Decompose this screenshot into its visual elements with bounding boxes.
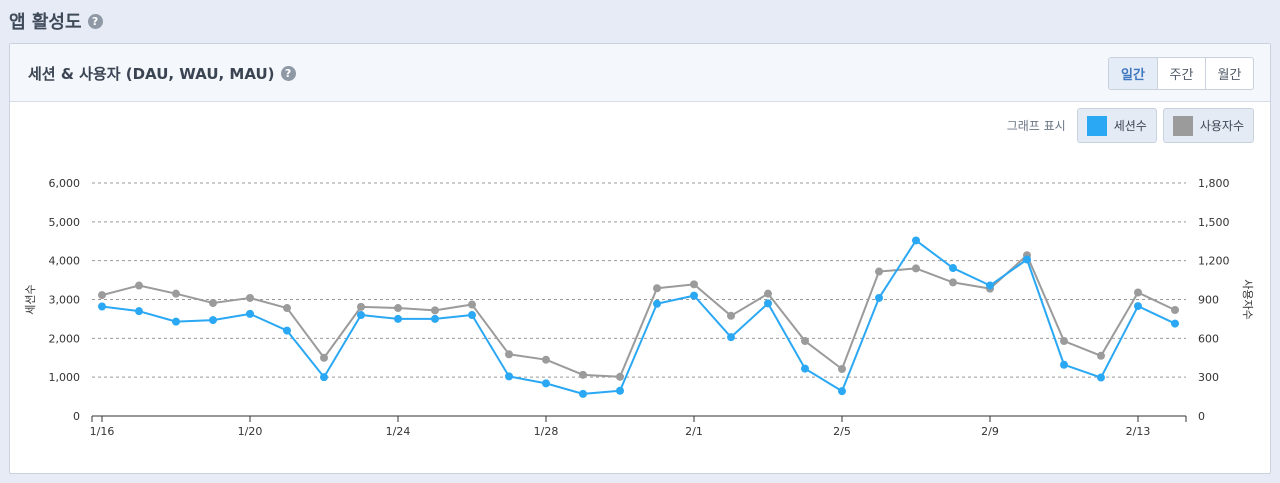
data-point-users (912, 264, 920, 273)
page-title-text: 앱 활성도 (9, 12, 82, 33)
line-chart: 0 0 1,000 300 2,000 600 3,000 900 4,000 1,200 5,00… (24, 177, 1254, 438)
data-point-users (653, 284, 661, 293)
data-point-users (431, 306, 439, 315)
data-point-users (283, 304, 291, 313)
data-point-sessions (1023, 255, 1031, 264)
data-point-sessions (986, 281, 994, 290)
y-tick-label-right: 300 (1198, 371, 1219, 384)
y-tick-label-left: 0 (73, 410, 80, 423)
x-tick-label: 1/24 (386, 425, 411, 438)
data-point-users (616, 372, 624, 381)
data-point-users (801, 337, 809, 346)
data-point-sessions (1134, 302, 1142, 311)
data-point-users (838, 365, 846, 374)
data-point-users (468, 300, 476, 309)
y-axis-title-left: 세션수 (24, 284, 37, 314)
data-point-users (135, 281, 143, 290)
data-point-users (98, 291, 106, 300)
y-tick-label-left: 3,000 (49, 294, 81, 307)
sessions-users-panel: 세션 & 사용자 (DAU, WAU, MAU) ? 일간 주간 월간 그래프 … (9, 43, 1271, 474)
data-point-users (357, 302, 365, 311)
data-point-sessions (616, 386, 624, 395)
data-point-sessions (949, 264, 957, 273)
help-icon[interactable]: ? (87, 13, 103, 29)
data-point-sessions (1060, 360, 1068, 369)
data-point-users (1134, 288, 1142, 297)
x-tick-label: 1/28 (534, 425, 559, 438)
data-point-users (320, 353, 328, 362)
data-point-sessions (468, 311, 476, 320)
data-point-sessions (542, 379, 550, 388)
data-point-sessions (135, 307, 143, 316)
data-point-users (875, 267, 883, 276)
data-point-users (542, 355, 550, 364)
data-point-sessions (801, 364, 809, 373)
data-point-users (1171, 305, 1179, 314)
data-point-sessions (1171, 319, 1179, 328)
data-point-sessions (838, 387, 846, 396)
y-tick-label-right: 900 (1198, 294, 1219, 307)
x-tick-label: 2/5 (833, 425, 851, 438)
y-tick-label-left: 5,000 (49, 216, 81, 229)
data-point-sessions (505, 372, 513, 381)
x-tick-label: 1/20 (238, 425, 263, 438)
x-tick-label: 2/1 (685, 425, 703, 438)
y-tick-label-right: 1,200 (1198, 255, 1230, 268)
data-point-users (394, 304, 402, 313)
data-point-sessions (1097, 373, 1105, 382)
data-point-sessions (727, 333, 735, 342)
data-point-users (764, 289, 772, 298)
x-tick-label: 1/16 (90, 425, 115, 438)
data-point-users (1097, 351, 1105, 360)
data-point-sessions (579, 389, 587, 398)
data-point-sessions (394, 314, 402, 323)
data-point-users (579, 370, 587, 379)
y-tick-label-left: 2,000 (49, 332, 81, 345)
data-point-users (246, 293, 254, 302)
data-point-users (727, 311, 735, 320)
y-tick-label-right: 0 (1198, 410, 1205, 423)
y-tick-label-left: 6,000 (49, 177, 81, 190)
y-tick-label-right: 1,500 (1198, 216, 1230, 229)
data-point-sessions (875, 293, 883, 302)
data-point-sessions (653, 299, 661, 308)
data-point-sessions (283, 326, 291, 335)
data-point-sessions (98, 302, 106, 311)
data-point-users (505, 350, 513, 359)
series-line-users (101, 254, 1176, 378)
data-point-sessions (320, 373, 328, 382)
data-point-users (172, 289, 180, 298)
x-tick-label: 2/9 (981, 425, 999, 438)
x-tick-label: 2/13 (1126, 425, 1151, 438)
data-point-users (949, 278, 957, 287)
data-point-users (1060, 337, 1068, 346)
data-point-sessions (431, 314, 439, 323)
data-point-sessions (912, 236, 920, 245)
y-axis-title-right: 사용자수 (1241, 279, 1254, 319)
y-tick-label-right: 600 (1198, 332, 1219, 345)
y-tick-label-left: 1,000 (49, 371, 81, 384)
data-point-sessions (764, 299, 772, 308)
data-point-sessions (209, 316, 217, 325)
data-point-sessions (172, 317, 180, 326)
data-point-sessions (357, 311, 365, 320)
data-point-users (209, 298, 217, 307)
data-point-users (690, 280, 698, 289)
data-point-sessions (246, 309, 254, 318)
page-title: 앱 활성도 ? (9, 8, 103, 34)
y-tick-label-right: 1,800 (1198, 177, 1230, 190)
data-point-sessions (690, 291, 698, 300)
y-tick-label-left: 4,000 (49, 255, 81, 268)
series-line-sessions (101, 239, 1176, 395)
